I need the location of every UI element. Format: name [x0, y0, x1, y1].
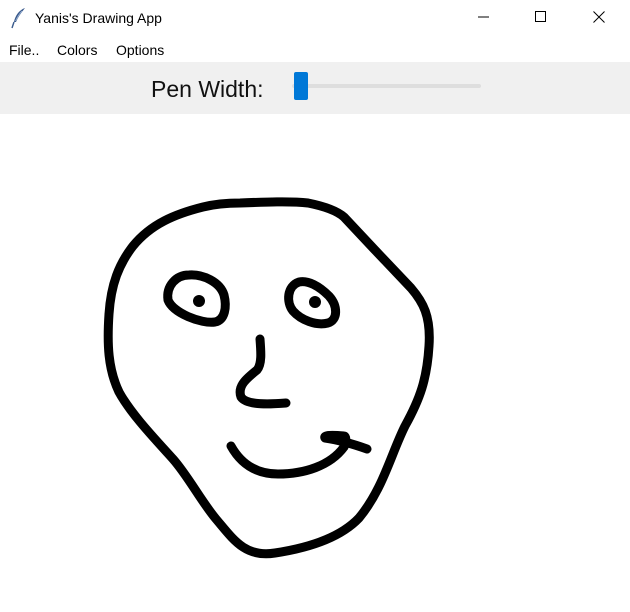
menu-options[interactable]: Options	[116, 42, 164, 58]
minimize-button[interactable]	[461, 0, 507, 38]
nose-stroke	[235, 334, 291, 409]
head-outline-stroke	[103, 197, 434, 559]
right-pupil	[309, 296, 321, 308]
menu-bar: File.. Colors Options	[0, 38, 630, 62]
menu-file[interactable]: File..	[9, 42, 39, 58]
window-title: Yanis's Drawing App	[35, 10, 162, 26]
title-bar[interactable]: Yanis's Drawing App	[0, 0, 630, 38]
menu-colors[interactable]: Colors	[57, 42, 97, 58]
slider-track[interactable]	[292, 84, 481, 88]
drawing-canvas[interactable]	[3, 114, 627, 612]
left-pupil	[193, 295, 205, 307]
feather-icon	[10, 7, 28, 29]
maximize-icon	[535, 10, 547, 28]
mouth-stroke	[226, 430, 372, 479]
toolbar: Pen Width:	[0, 62, 630, 114]
close-icon	[593, 10, 605, 28]
minimize-icon	[478, 10, 490, 28]
drawing-strokes	[103, 197, 434, 559]
app-window: Yanis's Drawing App File.. Colors Option…	[0, 0, 630, 612]
close-button[interactable]	[576, 0, 622, 38]
pen-width-label: Pen Width:	[151, 76, 264, 102]
pen-width-slider[interactable]	[288, 72, 484, 102]
slider-thumb[interactable]	[293, 72, 308, 100]
maximize-button[interactable]	[518, 0, 564, 38]
